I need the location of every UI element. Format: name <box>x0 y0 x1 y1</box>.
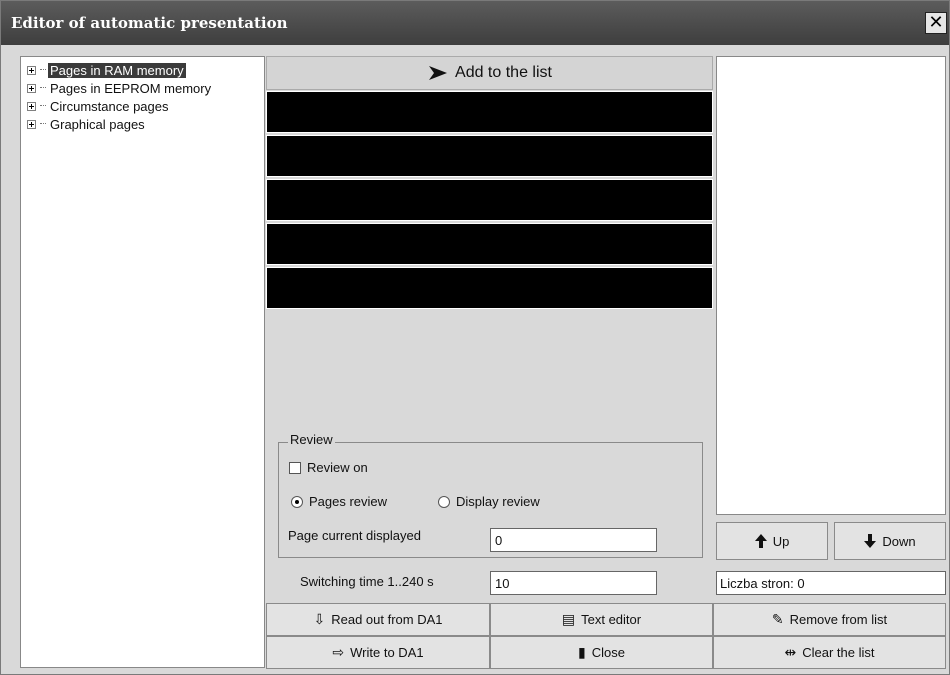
down-label: Down <box>882 533 916 549</box>
pages-review-label: Pages review <box>309 494 388 509</box>
tree-connector <box>40 87 46 89</box>
switching-time-field[interactable]: 10 <box>490 571 657 595</box>
expand-icon[interactable] <box>27 65 36 75</box>
tree-item-label: Pages in EEPROM memory <box>50 80 212 96</box>
pages-review-radio[interactable]: Pages review <box>291 494 387 509</box>
up-button[interactable]: Up <box>716 522 828 560</box>
remove-from-list-button[interactable]: ✎ Remove from list <box>713 603 946 636</box>
window-title: Editor of automatic presentation <box>11 14 288 32</box>
read-out-label: Read out from DA1 <box>331 612 443 627</box>
pages-tree[interactable]: Pages in RAM memory Pages in EEPROM memo… <box>20 56 265 668</box>
text-editor-icon: ▤ <box>561 611 576 628</box>
review-legend: Review <box>288 432 335 447</box>
page-current-label: Page current displayed <box>288 528 421 543</box>
tree-item-circumstance[interactable]: Circumstance pages <box>21 97 264 115</box>
display-preview-line <box>266 91 713 133</box>
review-on-checkbox[interactable]: Review on <box>289 460 368 475</box>
tree-item-ram[interactable]: Pages in RAM memory <box>21 61 264 79</box>
radio-icon[interactable] <box>438 495 450 508</box>
switching-time-label: Switching time 1..240 s <box>300 574 434 589</box>
expand-icon[interactable] <box>27 101 36 111</box>
display-preview-line <box>266 179 713 221</box>
add-to-list-button[interactable]: Add to the list <box>266 56 713 90</box>
write-button[interactable]: ⇨ Write to DA1 <box>266 636 490 669</box>
text-editor-button[interactable]: ▤ Text editor <box>490 603 713 636</box>
up-label: Up <box>772 533 790 549</box>
clear-label: Clear the list <box>802 645 875 660</box>
checkbox-box[interactable] <box>289 461 301 474</box>
close-window-button[interactable]: ✕ <box>925 12 947 34</box>
display-preview-line <box>266 135 713 177</box>
tree-item-label: Circumstance pages <box>50 98 169 114</box>
title-bar: Editor of automatic presentation ✕ <box>1 1 949 45</box>
down-button[interactable]: Down <box>834 522 946 560</box>
review-on-label: Review on <box>307 460 368 475</box>
read-out-button[interactable]: ⇩ Read out from DA1 <box>266 603 490 636</box>
arrow-right-icon <box>429 66 448 80</box>
close-label: Close <box>591 645 625 660</box>
display-preview-line <box>266 267 713 309</box>
display-review-radio[interactable]: Display review <box>438 494 540 509</box>
write-label: Write to DA1 <box>350 645 424 660</box>
tree-item-eeprom[interactable]: Pages in EEPROM memory <box>21 79 264 97</box>
page-current-field[interactable]: 0 <box>490 528 657 552</box>
radio-selected-icon[interactable] <box>291 495 303 508</box>
clear-list-button[interactable]: ⇹ Clear the list <box>713 636 946 669</box>
tree-item-label: Graphical pages <box>50 116 145 132</box>
presentation-list[interactable] <box>716 56 946 515</box>
display-preview-line <box>266 223 713 265</box>
display-review-label: Display review <box>456 494 540 509</box>
add-to-list-label: Add to the list <box>455 64 552 81</box>
text-editor-label: Text editor <box>581 612 642 627</box>
close-button[interactable]: ▮ Close <box>490 636 713 669</box>
write-icon: ⇨ <box>332 644 345 661</box>
tree-item-graphical[interactable]: Graphical pages <box>21 115 264 133</box>
arrow-up-icon <box>754 534 767 548</box>
arrow-down-icon <box>864 534 877 548</box>
expand-icon[interactable] <box>27 83 36 93</box>
eraser-icon: ✎ <box>771 611 784 628</box>
tree-item-label: Pages in RAM memory <box>48 62 186 78</box>
tree-connector <box>40 69 46 71</box>
read-out-icon: ⇩ <box>313 611 326 628</box>
tree-connector <box>40 105 46 107</box>
door-icon: ▮ <box>578 644 586 661</box>
clear-list-icon: ⇹ <box>784 644 797 661</box>
remove-label: Remove from list <box>789 612 888 627</box>
tree-connector <box>40 123 46 125</box>
page-count-field: Liczba stron: 0 <box>716 571 946 595</box>
expand-icon[interactable] <box>27 119 36 129</box>
